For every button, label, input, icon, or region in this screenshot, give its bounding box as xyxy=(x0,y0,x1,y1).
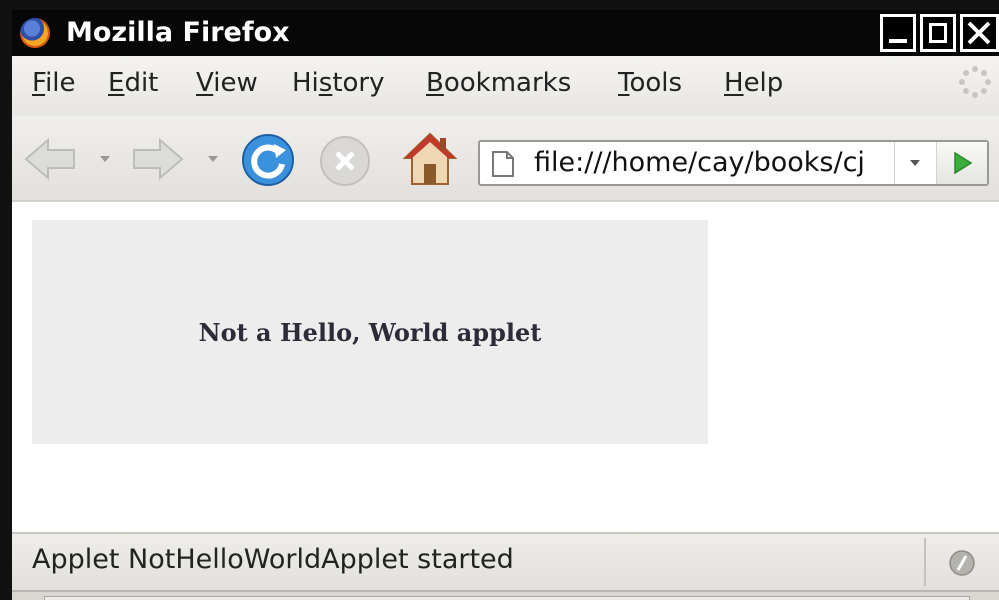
throbber-icon xyxy=(959,66,991,98)
forward-arrow-icon[interactable] xyxy=(130,136,186,182)
stop-icon[interactable] xyxy=(318,134,372,188)
menu-bookmarks[interactable]: Bookmarks xyxy=(426,68,571,98)
applet-area[interactable]: Not a Hello, World applet xyxy=(32,220,708,444)
menu-file[interactable]: File xyxy=(32,68,76,98)
horizontal-scrollbar[interactable] xyxy=(12,590,999,600)
go-button[interactable] xyxy=(936,142,987,184)
back-arrow-icon[interactable] xyxy=(22,136,78,182)
menu-help[interactable]: Help xyxy=(724,68,783,98)
close-icon xyxy=(967,21,991,45)
menu-bar: File Edit View History Bookmarks Tools H… xyxy=(12,56,999,116)
maximize-button[interactable] xyxy=(920,14,956,52)
home-icon[interactable] xyxy=(402,130,458,188)
menu-tools[interactable]: Tools xyxy=(618,68,682,98)
menu-edit[interactable]: Edit xyxy=(108,68,158,98)
menu-history[interactable]: History xyxy=(292,68,385,98)
page-icon xyxy=(492,151,514,177)
applet-label: Not a Hello, World applet xyxy=(198,317,542,347)
forward-history-dropdown[interactable] xyxy=(206,154,220,164)
firefox-logo-icon xyxy=(20,18,50,48)
title-bar: Mozilla Firefox xyxy=(12,10,999,56)
java-status-icon[interactable] xyxy=(947,548,977,578)
status-divider xyxy=(924,538,926,586)
reload-icon[interactable] xyxy=(240,132,296,188)
scrollbar-thumb[interactable] xyxy=(44,596,970,600)
status-bar: Applet NotHelloWorldApplet started xyxy=(12,532,999,590)
close-button[interactable] xyxy=(960,14,999,52)
page-content: Not a Hello, World applet xyxy=(12,202,999,532)
window-title: Mozilla Firefox xyxy=(66,17,290,48)
location-bar[interactable]: file:///home/cay/books/cj xyxy=(478,140,989,186)
url-text[interactable]: file:///home/cay/books/cj xyxy=(534,147,865,178)
url-history-dropdown[interactable] xyxy=(894,142,934,184)
back-history-dropdown[interactable] xyxy=(98,154,112,164)
go-arrow-icon xyxy=(954,151,973,175)
status-text: Applet NotHelloWorldApplet started xyxy=(32,544,514,575)
minimize-button[interactable] xyxy=(880,14,916,52)
browser-window: Mozilla Firefox File Edit View History B… xyxy=(0,0,999,600)
navigation-toolbar: file:///home/cay/books/cj xyxy=(12,116,999,202)
menu-view[interactable]: View xyxy=(196,68,258,98)
chevron-down-icon xyxy=(910,160,920,166)
